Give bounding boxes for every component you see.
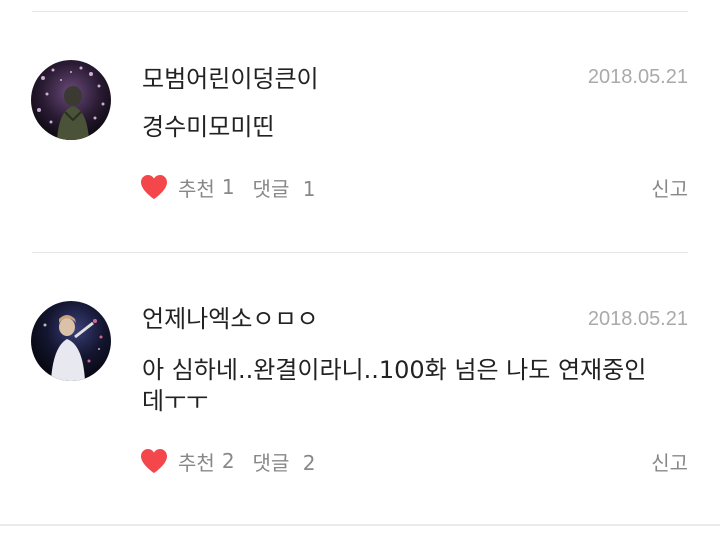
comment-date: 2018.05.21	[587, 66, 688, 88]
like-label: 추천	[178, 176, 215, 201]
comment-actions: 추천 2 댓글 2	[140, 446, 315, 476]
comment-divider	[32, 252, 688, 253]
nickname[interactable]: 모범어린이덩큰이	[142, 64, 319, 94]
avatar[interactable]	[31, 301, 111, 381]
bottom-divider	[0, 524, 720, 526]
avatar[interactable]	[31, 60, 111, 140]
reply-count: 1	[302, 176, 316, 201]
comment-date: 2018.05.21	[587, 308, 688, 330]
heart-icon	[141, 175, 167, 199]
avatar-photo-icon	[31, 60, 111, 140]
like-button[interactable]: 추천 2	[140, 447, 235, 476]
report-button[interactable]: 신고	[651, 447, 688, 476]
like-button[interactable]: 추천 1	[140, 173, 235, 202]
like-count: 1	[221, 175, 235, 199]
comment-actions: 추천 1 댓글 1	[140, 172, 315, 202]
nickname[interactable]: 언제나엑소ㅇㅁㅇ	[142, 304, 319, 334]
reply-button[interactable]: 댓글 2	[253, 447, 316, 476]
reply-count: 2	[302, 450, 316, 475]
like-count: 2	[221, 449, 235, 473]
report-button[interactable]: 신고	[651, 173, 688, 202]
comment-text: 아 심하네..완결이라니..100화 넘은 나도 연재중인데ㅜㅜ	[142, 356, 647, 415]
avatar-photo-icon	[31, 301, 111, 381]
comment-text: 경수미모미띤	[142, 113, 275, 141]
top-divider	[32, 11, 688, 12]
reply-label: 댓글	[252, 176, 290, 201]
heart-icon	[141, 449, 167, 473]
like-label: 추천	[178, 450, 215, 475]
reply-button[interactable]: 댓글 1	[253, 173, 316, 202]
reply-label: 댓글	[252, 450, 290, 475]
